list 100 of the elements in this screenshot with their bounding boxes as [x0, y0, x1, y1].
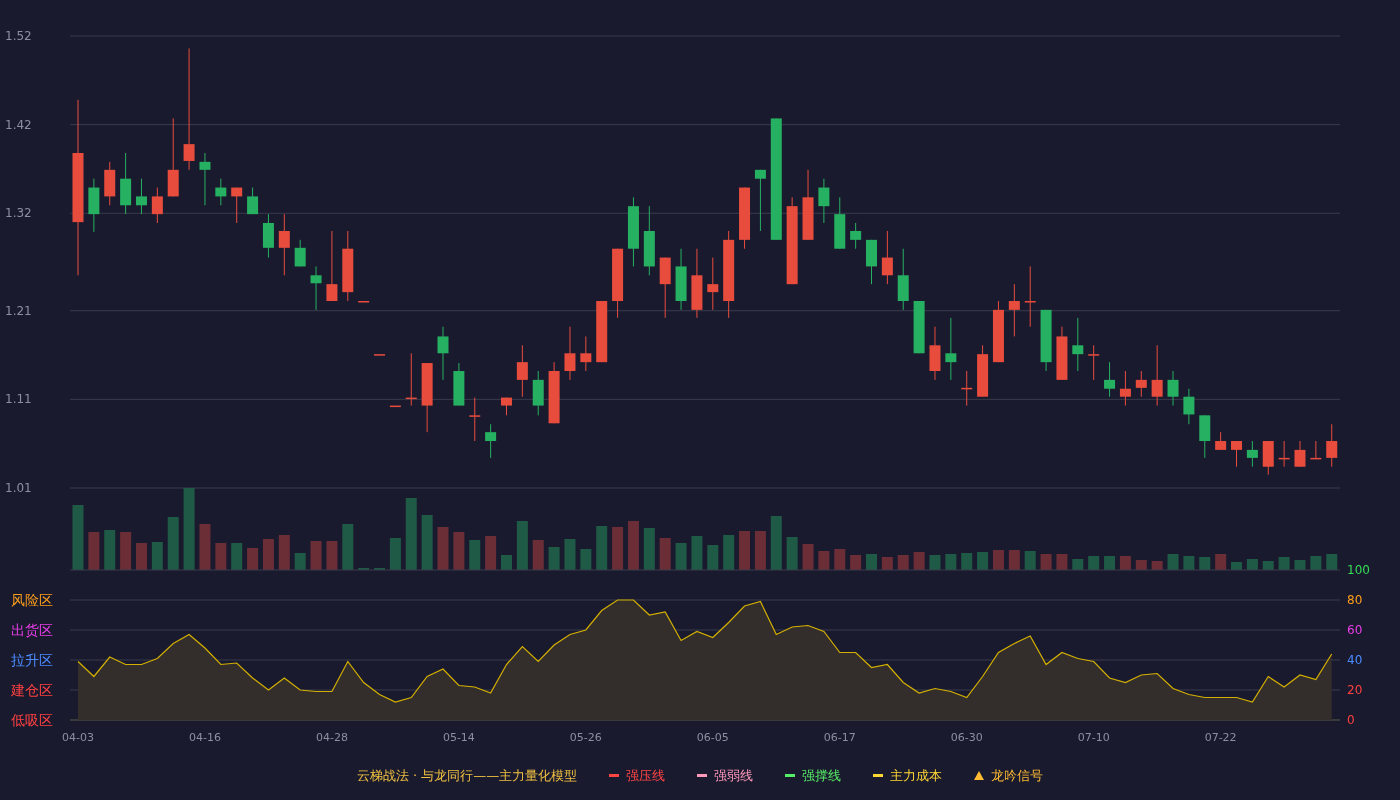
date-label: 05-26 — [569, 731, 602, 744]
candlestick — [1151, 344, 1163, 407]
candlestick — [1326, 423, 1338, 468]
candlestick — [612, 248, 624, 319]
candlestick — [643, 205, 655, 276]
candlestick — [437, 326, 449, 381]
candlestick — [199, 152, 211, 206]
axis-label: 60 — [1347, 623, 1363, 637]
candlestick — [326, 230, 338, 302]
candlestick — [262, 213, 274, 259]
candlestick — [1231, 440, 1242, 468]
candlestick — [802, 169, 814, 241]
candlestick — [659, 257, 671, 319]
candlestick — [1072, 317, 1084, 372]
candlestick — [151, 187, 163, 224]
candlestick — [992, 300, 1004, 363]
date-label: 04-16 — [189, 731, 221, 744]
candlestick — [1104, 361, 1116, 398]
axis-label: 80 — [1347, 593, 1363, 607]
date-label: 04-28 — [315, 731, 348, 744]
candlestick — [1119, 370, 1131, 407]
candlestick — [453, 362, 465, 407]
axis-label: 0 — [1347, 713, 1355, 727]
axis-label: 1.52 — [5, 29, 32, 43]
candlestick — [627, 196, 639, 267]
zone-label: 风险区 — [11, 592, 53, 608]
candlestick — [136, 178, 147, 215]
candlestick — [675, 248, 687, 311]
candlestick — [1040, 309, 1052, 372]
axis-label: 1.32 — [5, 206, 32, 221]
candlestick — [1199, 414, 1211, 459]
candlestick — [961, 370, 973, 407]
candlestick — [548, 361, 560, 424]
candlestick — [913, 300, 925, 354]
candlestick — [818, 178, 830, 224]
candlestick — [1183, 388, 1195, 425]
candlestick — [1294, 440, 1306, 468]
axis-label: 1.21 — [5, 303, 32, 318]
candlestick — [596, 300, 608, 363]
candlestick — [485, 423, 497, 459]
candlestick — [1088, 344, 1100, 381]
candlestick — [405, 352, 417, 407]
candlestick — [215, 178, 227, 206]
candlestick — [501, 397, 512, 416]
date-label: 05-14 — [442, 731, 475, 744]
candlestick — [358, 300, 370, 303]
axis-label: 1.42 — [5, 117, 32, 132]
candlestick — [1167, 370, 1179, 407]
date-label: 06-05 — [696, 731, 729, 744]
axis-label: 1.11 — [5, 392, 32, 407]
candlestick — [850, 222, 862, 250]
legend-title: 云梯战法 · 与龙同行——主力量化模型 — [356, 767, 578, 785]
candlestick — [564, 326, 576, 381]
candlestick — [231, 187, 243, 224]
candlestick — [897, 248, 909, 311]
date-label: 06-17 — [823, 731, 856, 744]
legend-label: 强压线 — [626, 767, 666, 785]
zone-label: 低吸区 — [11, 712, 53, 728]
candlestick — [1056, 326, 1068, 381]
axis-label: 40 — [1347, 653, 1363, 667]
candlestick — [580, 335, 592, 372]
candlestick — [1135, 370, 1147, 398]
candlestick — [516, 344, 528, 398]
legend-label: 龙吟信号 — [991, 767, 1044, 785]
candlestick — [881, 230, 893, 285]
date-label: 04-03 — [62, 731, 94, 744]
axis-label: 100 — [1347, 563, 1370, 577]
candlestick — [88, 178, 100, 233]
legend-label: 强弱线 — [714, 767, 754, 785]
candlestick — [532, 370, 544, 416]
candlestick — [739, 187, 751, 250]
date-label: 07-22 — [1204, 731, 1237, 744]
candlestick — [469, 397, 481, 442]
candlestick — [278, 213, 290, 276]
candlestick — [691, 248, 703, 319]
legend-label: 主力成本 — [890, 767, 943, 785]
candlestick — [1008, 283, 1020, 337]
zone-label: 建仓区 — [11, 682, 53, 698]
candlestick — [929, 326, 941, 381]
candlestick — [1310, 440, 1322, 460]
candlestick — [1246, 440, 1258, 468]
candlestick — [421, 362, 433, 433]
axis-label: 20 — [1347, 683, 1363, 697]
date-label: 06-30 — [950, 731, 983, 744]
candlestick — [945, 317, 957, 381]
zone-label: 出货区 — [11, 622, 53, 638]
candlestick — [389, 405, 401, 408]
candlestick — [104, 161, 116, 206]
candlestick — [977, 344, 989, 398]
candlestick — [1024, 265, 1036, 328]
candlestick — [1278, 440, 1290, 468]
candlestick — [1262, 440, 1274, 476]
axis-label: 1.01 — [5, 481, 32, 495]
zone-label: 拉升区 — [11, 652, 53, 668]
candlestick — [342, 230, 354, 302]
candlestick — [310, 265, 322, 311]
date-label: 07-10 — [1077, 731, 1110, 744]
candlestick — [374, 353, 386, 356]
legend-label: 强撑线 — [802, 767, 842, 785]
candlestick — [247, 187, 259, 215]
